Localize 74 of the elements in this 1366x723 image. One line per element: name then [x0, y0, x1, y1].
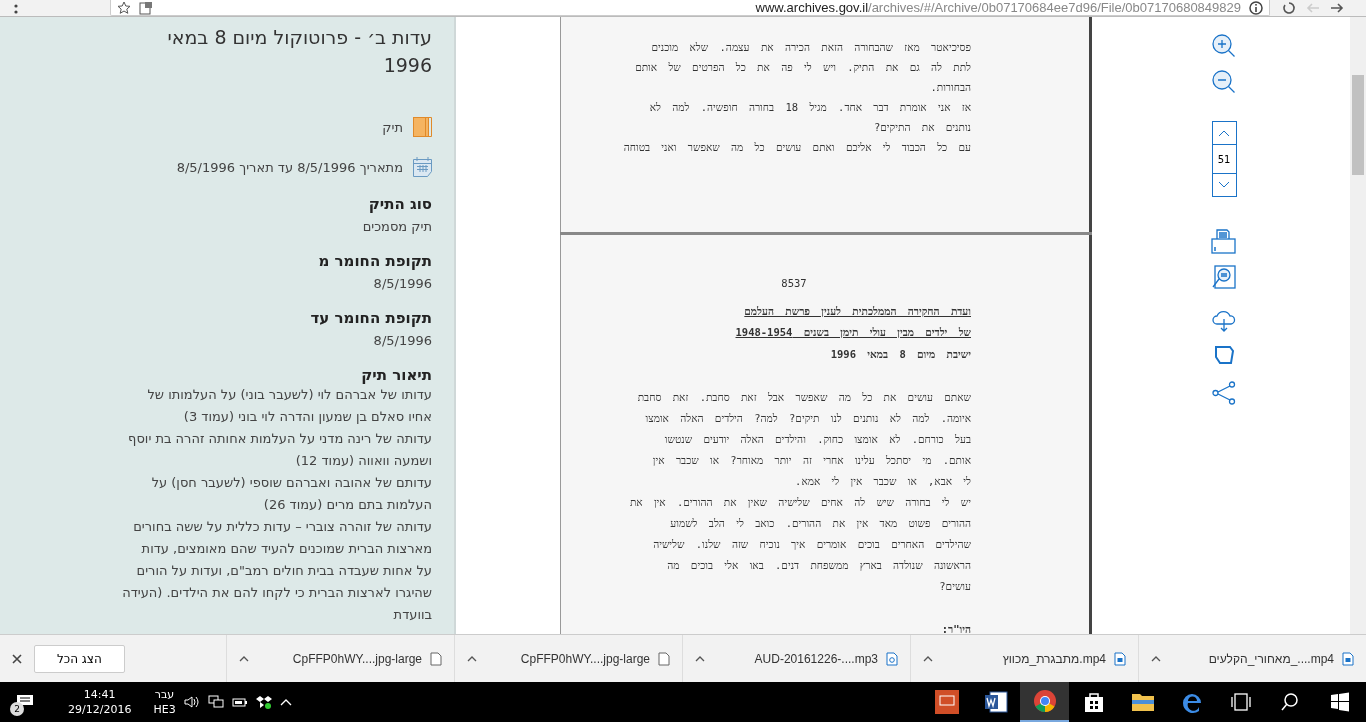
- video-file-icon: [1342, 651, 1354, 666]
- file-icon: [658, 651, 670, 666]
- field-label: תקופת החומר עד: [309, 309, 432, 327]
- video-file-icon: [1114, 651, 1126, 666]
- document-line: עושים?: [938, 579, 971, 594]
- reload-icon[interactable]: [1282, 1, 1296, 15]
- field-value: 8/5/1996: [372, 276, 432, 291]
- document-line: אז אני אומרת דבר אחד. מגיל 18 בחורה חופשיה. למה לא: [648, 100, 971, 115]
- document-search-icon[interactable]: [1211, 265, 1237, 291]
- caret-up-icon: [1151, 655, 1161, 662]
- zoom-out-icon[interactable]: [1211, 69, 1237, 95]
- document-line: ההורים פשוט מאד אין את ההורים. כואב לי הלב לשמוע: [669, 516, 971, 531]
- field-label: סוג התיק: [367, 195, 432, 213]
- document-line: איומה. למה לא נותנים לנו תיקים? למה? הילדים האלה אומצו: [644, 411, 971, 426]
- file-icon: [430, 651, 442, 666]
- document-line: ועדת החקירה הממלכתית לענין פרשת העלמם: [743, 304, 971, 319]
- dropbox-icon[interactable]: [255, 695, 272, 709]
- document-line: לתת לה גם את התיק. ויש לי פה את כל הפרטים של אותם: [634, 60, 971, 75]
- zoom-in-icon[interactable]: [1211, 33, 1237, 59]
- calendar-icon: [413, 157, 432, 177]
- info-icon[interactable]: [1249, 1, 1263, 15]
- printer-icon[interactable]: [1211, 229, 1237, 255]
- field-value: 8/5/1996: [372, 333, 432, 348]
- notification-count: 2: [10, 702, 24, 716]
- field-label: תיאור תיק: [360, 366, 432, 384]
- previous-page-button[interactable]: [1211, 121, 1237, 145]
- url-text: www.archives.gov.il/archives/#/Archive/0b07170684ee7d96/File/0b07170680849829: [754, 0, 1241, 15]
- document-line: נותנים את התיקים?: [873, 120, 971, 135]
- file-title: עדות ב׳ - פרוטוקול מיום 8 במאי 1996: [166, 25, 432, 78]
- file-type-label: תיק: [382, 119, 403, 135]
- document-line: ישיבת מיום 8 במאי 1996: [829, 347, 971, 362]
- field-label: תקופת החומר מ: [317, 252, 432, 270]
- document-line: היו"ר:: [940, 622, 971, 634]
- date-range-text: מתאריך 8/5/1996 עד תאריך 8/5/1996: [176, 159, 403, 175]
- document-line: הראשונה שנולדה בארץ ממשפחת דנים. באו אלי בוכים מה: [666, 558, 971, 573]
- document-line: שאתם עושים את כל מה שאפשר אבל זאת סחבת. זאת סחבת: [636, 390, 971, 405]
- description-paragraph: עדותם של אהובה ואברהם שוספי (לשעבר חסן) על העלמות בתם מרים (עמוד 26): [150, 474, 432, 514]
- battery-icon[interactable]: [231, 695, 248, 709]
- document-line: יש לי בחורה שיש לה אחים שלישיה שאין את ההורים. אין את: [628, 495, 971, 510]
- document-line: עם כל הכבוד לי אליכם ואתם עושים כל מה שאפשר ואני בטוחה: [622, 140, 971, 155]
- caret-up-icon[interactable]: [279, 698, 292, 706]
- share-icon[interactable]: [1212, 381, 1236, 405]
- description-paragraph: עדותה של זוהרה צוברי – עדות כללית על ששה בחורים מארצות הברית שמוכנים להעיד שהם מאומצים, עדות על אחות שעבדה בבית חולים רמב"ם, ועדות על הורים שהיגרו לארצות הברית כי לקחו להם את הילדים. (העידה בוועדת: [122, 518, 432, 624]
- document-line: הבחורות.: [929, 80, 971, 95]
- star-icon[interactable]: [117, 1, 131, 15]
- document-line: פסיכיאטר מאז שהבחורה הזאת הכירה את עצמה. שלא מוכנים: [650, 40, 971, 55]
- clock[interactable]: 14:41 29/12/2016: [68, 687, 132, 717]
- address-bar[interactable]: www.archives.gov.il/archives/#/Archive/0b07170684ee7d96/File/0b07170680849829: [110, 0, 1270, 16]
- document-line: שהילדים האחרים בוכים אומרים איך נוכיח שזה שלנו. שלישיה: [652, 537, 971, 552]
- chevron-down-icon: [1218, 181, 1230, 189]
- speaker-icon[interactable]: [183, 695, 200, 709]
- caret-up-icon: [239, 655, 249, 662]
- document-line: בעל כורחם. לא אומצו כחוק. והילדים האלה יודעים שנטשו: [663, 432, 971, 447]
- audio-file-icon: [886, 651, 898, 666]
- document-line: אותם. מי יסתכל עלינו אחרי זה יותר מאוחר? או שכבר אין: [651, 453, 971, 468]
- document-line: לי אבא, או שכבר אין לי אמא.: [794, 474, 971, 489]
- chevron-up-icon: [1218, 129, 1230, 137]
- field-value: תיק מסמכים: [361, 219, 432, 234]
- caret-up-icon: [695, 655, 705, 662]
- document-line: 8537: [780, 276, 808, 291]
- description-paragraph: עדותו של אברהם לוי (לשעבר בוני) על העלמותו של אחיו סאלם בן שמעון והדרה לוי בוני (עמוד 3): [146, 386, 432, 426]
- caret-up-icon: [467, 655, 477, 662]
- close-icon: [12, 653, 22, 664]
- show-all-button[interactable]: הצג הכל: [34, 644, 125, 673]
- next-page-button[interactable]: [1211, 173, 1237, 197]
- network-icon[interactable]: [207, 695, 224, 709]
- chrome-icon[interactable]: [1020, 682, 1069, 722]
- document-line: של ילדים מבין עולי תימן בשנים 1948-1954: [734, 325, 971, 340]
- scrollbar[interactable]: [1350, 17, 1366, 634]
- folder-icon: [413, 117, 432, 137]
- extension-icon[interactable]: [139, 1, 153, 15]
- caret-up-icon: [923, 655, 933, 662]
- forward-arrow-icon[interactable]: [1330, 1, 1344, 15]
- description-paragraph: עדותה של רינה מדני על העלמות אחותה זהרה בת יוסף ושמעה וואווה (עמוד 12): [127, 430, 432, 470]
